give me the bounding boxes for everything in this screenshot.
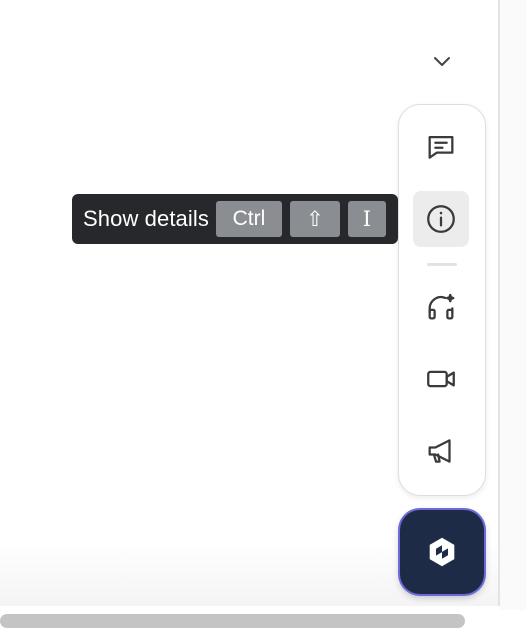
shortcut-key-ctrl: Ctrl: [215, 201, 282, 237]
show-details-tooltip: Show details Ctrl ⇧ I: [72, 194, 398, 244]
video-button[interactable]: [413, 351, 469, 407]
video-camera-icon: [427, 370, 455, 388]
chevron-down-icon[interactable]: [430, 50, 454, 74]
comments-button[interactable]: [413, 119, 469, 175]
megaphone-icon: [428, 439, 451, 463]
toolbar-divider: [427, 263, 457, 266]
ai-support-button[interactable]: [413, 279, 469, 335]
side-toolbar: [398, 104, 486, 496]
app-logo-icon: [429, 537, 455, 567]
announcements-button[interactable]: [413, 423, 469, 479]
show-details-button[interactable]: [413, 191, 469, 247]
headset-sparkle-icon: [428, 293, 455, 320]
comment-icon: [428, 135, 454, 159]
horizontal-scrollbar-thumb[interactable]: [0, 614, 465, 628]
shortcut-key-shift: ⇧: [289, 201, 340, 237]
assistant-launcher-button[interactable]: [400, 510, 484, 594]
shortcut-key-i: I: [347, 201, 386, 237]
right-gutter: [500, 0, 526, 610]
info-icon: [427, 205, 455, 233]
tooltip-label: Show details: [83, 206, 209, 231]
